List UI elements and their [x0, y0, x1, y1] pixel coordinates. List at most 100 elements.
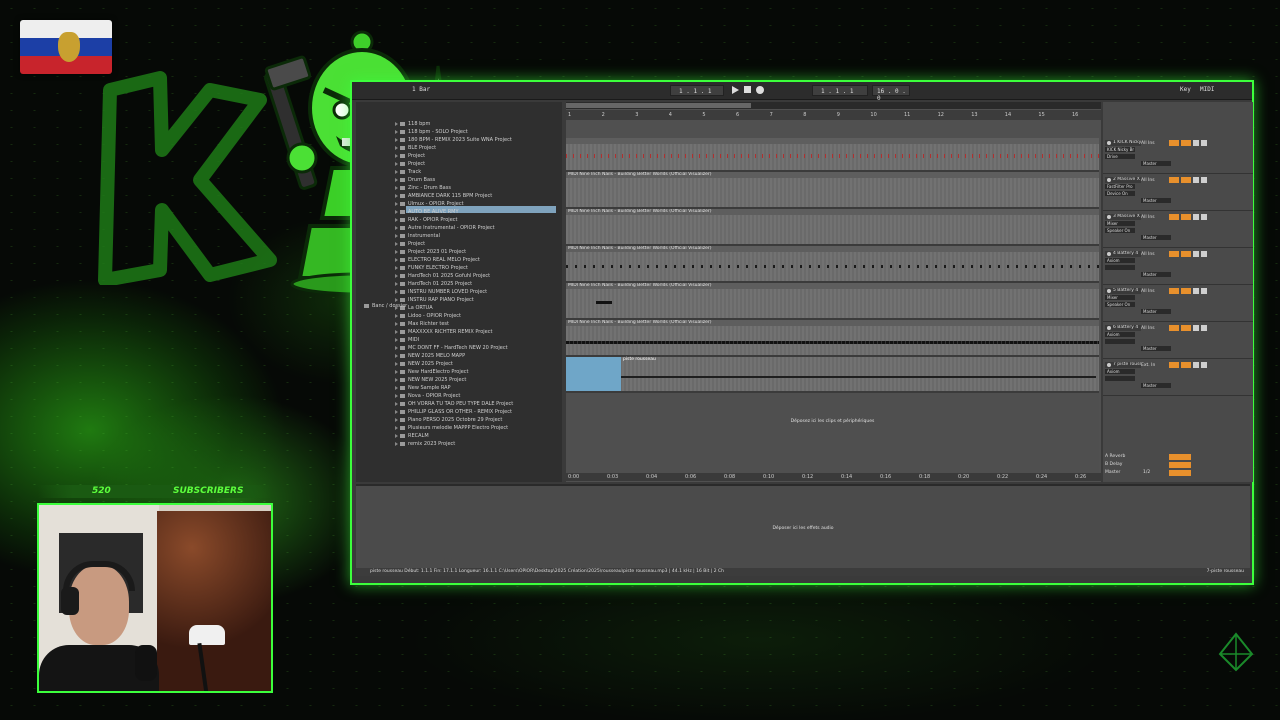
pan-box[interactable]: [1181, 177, 1191, 183]
track-chain-selector[interactable]: [1105, 376, 1135, 381]
track-out-selector[interactable]: Master: [1141, 235, 1171, 240]
track-name[interactable]: 1 KICK Nicky: [1105, 140, 1141, 146]
browser-item[interactable]: Piano PERSO 2025 Octobre 29 Project: [400, 416, 502, 424]
return-volume-box[interactable]: [1169, 454, 1191, 460]
play-icon[interactable]: [732, 86, 739, 94]
browser-item[interactable]: HardTech 01 2025 Gofuhl Project: [400, 272, 490, 280]
folder-expand-icon[interactable]: [395, 210, 398, 214]
browser-item[interactable]: NEW 2025 Project: [400, 360, 453, 368]
record-icon[interactable]: [756, 86, 764, 94]
browser-item[interactable]: ELECTRO REAL MELO Project: [400, 256, 480, 264]
browser-item[interactable]: NEW NEW 2025 Project: [400, 376, 466, 384]
browser-item[interactable]: RAK - OPIOR Project: [400, 216, 458, 224]
track-device-selector[interactable]: Mixer: [1105, 221, 1135, 226]
browser-item[interactable]: MAXXXXX RICHTER REMIX Project: [400, 328, 492, 336]
key-map-button[interactable]: Key: [1180, 86, 1191, 93]
folder-expand-icon[interactable]: [395, 410, 398, 414]
volume-box[interactable]: [1169, 362, 1179, 368]
browser-item[interactable]: Project: [400, 152, 425, 160]
folder-expand-icon[interactable]: [395, 266, 398, 270]
folder-expand-icon[interactable]: [395, 146, 398, 150]
midi-map-button[interactable]: MIDI: [1200, 86, 1214, 93]
track-input[interactable]: Ext. In: [1141, 362, 1155, 369]
device-pane[interactable]: Déposer ici les effets audio piste rouss…: [356, 484, 1250, 576]
track-input[interactable]: All Ins: [1141, 177, 1155, 184]
folder-expand-icon[interactable]: [395, 218, 398, 222]
return-track-name[interactable]: Master: [1105, 470, 1120, 475]
folder-expand-icon[interactable]: [395, 394, 398, 398]
folder-expand-icon[interactable]: [395, 362, 398, 366]
track-out-selector[interactable]: Master: [1141, 272, 1171, 277]
browser-item[interactable]: remix 2023 Project: [400, 440, 455, 448]
browser-item[interactable]: Ulmux - OPIOR Project: [400, 200, 464, 208]
browser-item[interactable]: Nova - OPIOR Project: [400, 392, 460, 400]
browser-item[interactable]: INSTRU RAP PIANO Project: [400, 296, 474, 304]
track-name[interactable]: 3 Massive X: [1105, 214, 1141, 220]
browser-item[interactable]: New HardElectro Project: [400, 368, 469, 376]
mixer-track[interactable]: 5 Battery 4 All Ins Mixer Speaker On Master: [1103, 286, 1253, 322]
browser-item[interactable]: Track: [400, 168, 421, 176]
track-chain-selector[interactable]: Speaker On: [1105, 228, 1135, 233]
browser-item[interactable]: NEW 2025 MELO MAPP: [400, 352, 465, 360]
browser-footer-label[interactable]: Banc / dossier: [364, 302, 407, 310]
browser-item[interactable]: Lidoo - OPIOR Project: [400, 312, 461, 320]
track-device-selector[interactable]: FastFilter Pro: [1105, 184, 1135, 189]
folder-expand-icon[interactable]: [395, 338, 398, 342]
folder-expand-icon[interactable]: [395, 370, 398, 374]
track-device-selector[interactable]: Mixer: [1105, 295, 1135, 300]
track-out-selector[interactable]: Master: [1141, 198, 1171, 203]
volume-box[interactable]: [1169, 251, 1179, 257]
volume-box[interactable]: [1169, 140, 1179, 146]
volume-box[interactable]: [1169, 325, 1179, 331]
browser-item[interactable]: PHILLIP GLASS OR OTHER - REMIX Project: [400, 408, 512, 416]
folder-expand-icon[interactable]: [395, 314, 398, 318]
folder-expand-icon[interactable]: [395, 282, 398, 286]
folder-expand-icon[interactable]: [395, 178, 398, 182]
mixer-track[interactable]: 3 Massive X All Ins Mixer Speaker On Master: [1103, 212, 1253, 248]
browser-item[interactable]: Max Richter test: [400, 320, 449, 328]
browser-item[interactable]: Project 2023 01 Project: [400, 248, 466, 256]
mixer-track[interactable]: 1 KICK Nicky All Ins KICK Nicky Br Drive Mas…: [1103, 138, 1253, 174]
folder-expand-icon[interactable]: [395, 250, 398, 254]
arm-button[interactable]: [1201, 251, 1207, 257]
browser-item[interactable]: Drum Bass: [400, 176, 435, 184]
folder-expand-icon[interactable]: [395, 138, 398, 142]
track-lane-7[interactable]: piste rousseau: [566, 357, 1099, 393]
solo-button[interactable]: [1193, 288, 1199, 294]
solo-button[interactable]: [1193, 325, 1199, 331]
track-lane-2[interactable]: MIDI Nine Inch Nails - Building Better W…: [566, 172, 1099, 209]
folder-expand-icon[interactable]: [395, 290, 398, 294]
folder-expand-icon[interactable]: [395, 386, 398, 390]
volume-box[interactable]: [1169, 177, 1179, 183]
pan-box[interactable]: [1181, 214, 1191, 220]
return-volume-box[interactable]: [1169, 470, 1191, 476]
browser-item[interactable]: BLE Project: [400, 144, 436, 152]
browser-item[interactable]: Project: [400, 160, 425, 168]
return-volume-box[interactable]: [1169, 462, 1191, 468]
track-out-selector[interactable]: Master: [1141, 346, 1171, 351]
track-device-selector[interactable]: Axiom: [1105, 258, 1135, 263]
pan-box[interactable]: [1181, 325, 1191, 331]
solo-button[interactable]: [1193, 214, 1199, 220]
pan-box[interactable]: [1181, 251, 1191, 257]
volume-box[interactable]: [1169, 214, 1179, 220]
folder-expand-icon[interactable]: [395, 346, 398, 350]
arm-button[interactable]: [1201, 362, 1207, 368]
track-lane-1[interactable]: [566, 138, 1099, 172]
arm-button[interactable]: [1201, 140, 1207, 146]
empty-drop-area[interactable]: Déposez ici les clips et périphériques: [566, 393, 1099, 473]
stop-icon[interactable]: [744, 86, 751, 93]
folder-expand-icon[interactable]: [395, 434, 398, 438]
arm-button[interactable]: [1201, 325, 1207, 331]
browser-item[interactable]: AUTO BE ALIVE RMY: [400, 208, 459, 216]
folder-expand-icon[interactable]: [395, 322, 398, 326]
pan-box[interactable]: [1181, 140, 1191, 146]
folder-expand-icon[interactable]: [395, 354, 398, 358]
folder-expand-icon[interactable]: [395, 234, 398, 238]
browser-item[interactable]: INSTRU NUMBER LOVED Project: [400, 288, 487, 296]
folder-expand-icon[interactable]: [395, 186, 398, 190]
track-chain-selector[interactable]: [1105, 265, 1135, 270]
return-track-name[interactable]: B Delay: [1105, 462, 1122, 467]
folder-expand-icon[interactable]: [395, 442, 398, 446]
folder-expand-icon[interactable]: [395, 170, 398, 174]
